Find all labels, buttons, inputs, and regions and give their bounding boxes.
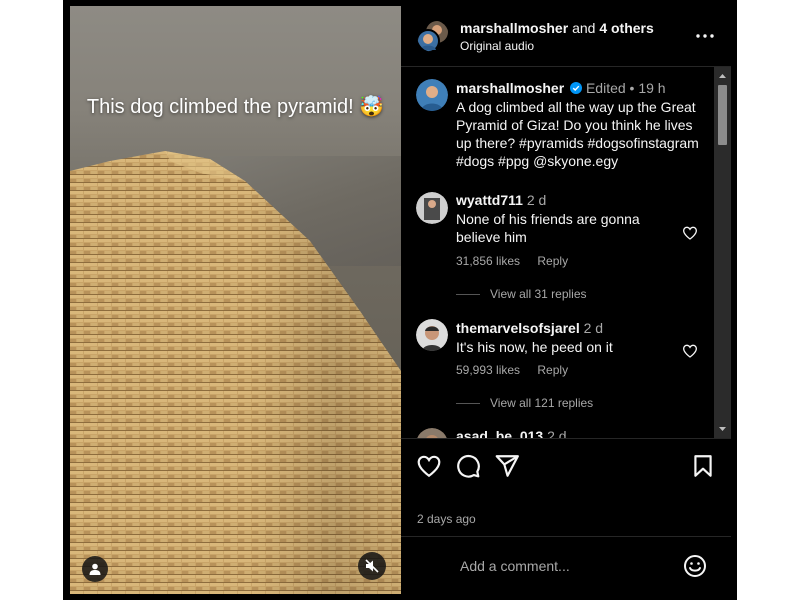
view-replies-label: View all 31 replies bbox=[490, 287, 587, 301]
video-caption: This dog climbed the pyramid! 🤯 bbox=[86, 96, 385, 118]
post-dot: • bbox=[629, 80, 635, 96]
bookmark-icon[interactable] bbox=[690, 453, 716, 479]
comment-author-line: asad_be_013 2 d bbox=[456, 428, 567, 438]
add-comment-bar: Add a comment... bbox=[401, 536, 731, 595]
add-comment-input[interactable]: Add a comment... bbox=[460, 558, 570, 574]
comment-text: None of his friends are gonna believe hi… bbox=[456, 211, 640, 245]
comment-author-line: wyattd711 2 d bbox=[456, 192, 546, 208]
comment-avatar[interactable] bbox=[416, 428, 448, 438]
comment-likes[interactable]: 31,856 likes bbox=[456, 254, 520, 268]
replies-divider bbox=[456, 293, 480, 295]
comment-time[interactable]: 2 d bbox=[547, 428, 566, 438]
post-author-avatar[interactable] bbox=[416, 79, 448, 111]
header-username[interactable]: marshallmosher bbox=[460, 20, 568, 36]
comment-avatar[interactable] bbox=[416, 192, 448, 224]
video-player[interactable]: This dog climbed the pyramid! 🤯 bbox=[70, 6, 401, 594]
comment-icon[interactable] bbox=[455, 453, 481, 479]
comment-text: It's his now, he peed on it bbox=[456, 339, 613, 355]
scroll-down-icon[interactable] bbox=[714, 424, 731, 434]
post-caption-text: A dog climbed all the way up the Great P… bbox=[456, 99, 699, 169]
post-time[interactable]: 19 h bbox=[638, 80, 665, 96]
comment-time[interactable]: 2 d bbox=[527, 192, 546, 208]
post-date[interactable]: 2 days ago bbox=[417, 512, 476, 526]
replies-divider bbox=[456, 402, 480, 404]
comment-reply[interactable]: Reply bbox=[537, 363, 568, 377]
more-horizontal-icon bbox=[696, 34, 714, 38]
comment-username[interactable]: asad_be_013 bbox=[456, 428, 543, 438]
share-icon[interactable] bbox=[494, 453, 520, 479]
comment-likes[interactable]: 59,993 likes bbox=[456, 363, 520, 377]
user-icon bbox=[89, 563, 101, 575]
heart-icon[interactable] bbox=[416, 453, 442, 479]
comment-heart-icon[interactable] bbox=[682, 225, 698, 241]
header-and-text: and bbox=[572, 20, 596, 36]
comment-author-line: themarvelsofsjarel 2 d bbox=[456, 320, 603, 336]
scroll-up-icon[interactable] bbox=[714, 71, 731, 81]
verified-badge-icon bbox=[570, 82, 583, 94]
comment-meta: 31,856 likes Reply bbox=[456, 254, 582, 268]
header-others[interactable]: 4 others bbox=[599, 20, 653, 36]
comment-reply[interactable]: Reply bbox=[537, 254, 568, 268]
comment-meta: 59,993 likes Reply bbox=[456, 363, 582, 377]
view-replies-label: View all 121 replies bbox=[490, 396, 594, 410]
post-author-line: marshallmosher Edited • 19 h bbox=[456, 80, 666, 96]
comment-username[interactable]: wyattd711 bbox=[456, 192, 523, 208]
pyramid-image bbox=[70, 151, 401, 594]
tagged-users-button[interactable] bbox=[82, 556, 108, 582]
mute-button[interactable] bbox=[358, 552, 386, 580]
emoji-icon[interactable] bbox=[683, 554, 707, 578]
more-options-button[interactable] bbox=[693, 28, 717, 44]
comment-avatar[interactable] bbox=[416, 319, 448, 351]
scrollbar-thumb[interactable] bbox=[718, 85, 727, 145]
view-replies-button[interactable]: View all 31 replies bbox=[456, 287, 587, 301]
comments-list[interactable]: marshallmosher Edited • 19 h A dog climb… bbox=[401, 67, 714, 438]
speaker-muted-icon bbox=[365, 559, 379, 573]
post-details-panel: marshallmosher and 4 others Original aud… bbox=[401, 6, 731, 594]
header-audio[interactable]: Original audio bbox=[460, 39, 534, 53]
comment-username[interactable]: themarvelsofsjarel bbox=[456, 320, 580, 336]
post-username[interactable]: marshallmosher bbox=[456, 80, 564, 96]
post-header: marshallmosher and 4 others Original aud… bbox=[401, 6, 731, 67]
comment-time[interactable]: 2 d bbox=[584, 320, 603, 336]
collab-avatar[interactable] bbox=[417, 20, 449, 52]
view-replies-button[interactable]: View all 121 replies bbox=[456, 396, 593, 410]
comments-scrollbar[interactable] bbox=[714, 67, 731, 438]
post-edited: Edited bbox=[585, 80, 626, 96]
comment-heart-icon[interactable] bbox=[682, 343, 698, 359]
header-owner-line: marshallmosher and 4 others bbox=[460, 20, 654, 36]
